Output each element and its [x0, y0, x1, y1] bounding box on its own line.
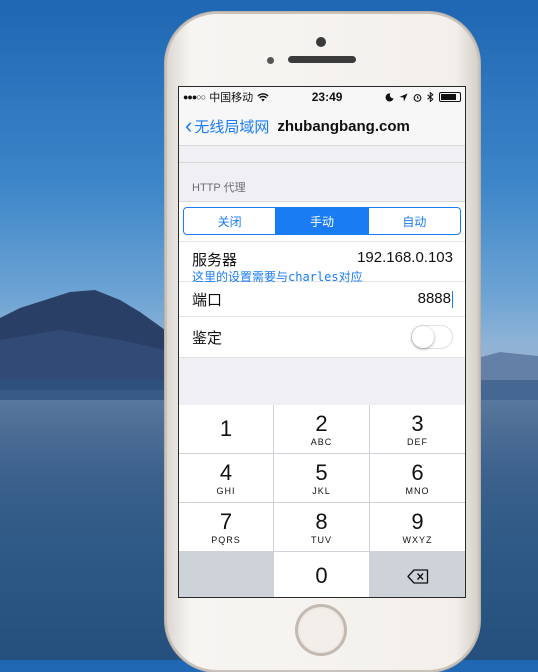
authentication-row: 鉴定	[179, 317, 465, 358]
bluetooth-icon	[427, 92, 434, 102]
key-digit: 3	[411, 410, 424, 436]
segment-manual[interactable]: 手动	[276, 208, 369, 234]
numeric-keypad: 1 2 ABC 3 DEF 4 GHI 5 JKL 6 MNO 7 PQRS 8 TUV 9W…	[179, 405, 465, 597]
chevron-left-icon: ‹	[185, 113, 193, 138]
wifi-icon	[257, 92, 269, 101]
key-letters: GHI	[216, 485, 236, 496]
segment-auto[interactable]: 自动	[369, 208, 460, 234]
key-5[interactable]: 5 JKL	[274, 454, 369, 502]
server-field[interactable]: 192.168.0.103	[357, 249, 453, 266]
segmented-control: 关闭 手动 自动	[183, 207, 461, 235]
proxy-mode-control: 关闭 手动 自动	[179, 202, 465, 242]
key-digit: 4	[219, 459, 233, 485]
key-letters: PQRS	[211, 534, 241, 545]
key-letters: TUV	[311, 534, 332, 545]
toggle-knob	[412, 326, 434, 348]
port-value-wrap: 8888	[418, 290, 453, 308]
server-row[interactable]: 服务器 192.168.0.103 这里的设置需要与charles对应	[179, 242, 465, 284]
section-spacer	[179, 146, 465, 163]
battery-icon	[438, 92, 461, 102]
navigation-bar: ‹ 无线局域网 zhubangbang.com	[179, 107, 465, 146]
key-letters: DEF	[407, 436, 428, 447]
http-proxy-header: HTTP 代理	[179, 163, 465, 201]
key-letters: WXYZ	[402, 534, 433, 545]
phone-screen: ●●●○○ 中国移动 23:49 ‹ 无线局域网 zhubangbang.com…	[178, 86, 466, 598]
key-1[interactable]: 1	[179, 405, 273, 453]
home-button[interactable]	[295, 604, 347, 656]
key-digit: 8	[315, 508, 328, 534]
carrier-name: 中国移动	[209, 92, 254, 104]
key-6[interactable]: 6 MNO	[370, 454, 465, 502]
key-0[interactable]: 0	[274, 552, 369, 597]
key-3[interactable]: 3 DEF	[370, 405, 465, 453]
http-proxy-group: 关闭 手动 自动 服务器 192.168.0.103 这里的设置需要与charl…	[179, 201, 465, 358]
key-8[interactable]: 8 TUV	[274, 503, 369, 551]
key-digit: 0	[315, 563, 328, 588]
back-label: 无线局域网	[194, 118, 270, 136]
key-digit: 9	[411, 508, 424, 534]
key-digit: 1	[219, 415, 233, 441]
port-field[interactable]: 8888	[418, 290, 451, 307]
network-name-title: zhubangbang.com	[277, 117, 410, 135]
port-row[interactable]: 端口 8888	[179, 282, 465, 317]
key-4[interactable]: 4 GHI	[179, 454, 273, 502]
delete-key[interactable]	[370, 552, 465, 597]
front-camera	[316, 37, 326, 47]
moon-icon	[385, 92, 394, 101]
section-spacer-bottom	[179, 358, 465, 390]
backspace-icon	[406, 568, 428, 584]
authentication-label: 鉴定	[192, 329, 223, 347]
signal-strength: ●●●○○	[183, 92, 206, 102]
location-icon	[399, 92, 408, 102]
key-letters: JKL	[312, 485, 331, 496]
authentication-toggle[interactable]	[411, 325, 453, 349]
clock: 23:49	[311, 90, 343, 104]
key-letters: MNO	[405, 485, 430, 496]
key-digit: 2	[315, 410, 328, 436]
key-digit: 7	[219, 508, 233, 534]
segment-off[interactable]: 关闭	[184, 208, 277, 234]
key-9[interactable]: 9 WXYZ	[370, 503, 465, 551]
key-blank	[179, 552, 273, 597]
key-digit: 5	[315, 459, 328, 485]
port-label: 端口	[192, 291, 223, 309]
key-letters: ABC	[310, 436, 333, 447]
key-7[interactable]: 7 PQRS	[179, 503, 273, 551]
back-button[interactable]: ‹ 无线局域网	[179, 115, 269, 137]
status-bar: ●●●○○ 中国移动 23:49	[179, 87, 465, 107]
alarm-icon	[413, 93, 422, 102]
proximity-sensor	[267, 57, 274, 64]
key-2[interactable]: 2 ABC	[274, 405, 369, 453]
earpiece-speaker	[288, 56, 356, 63]
key-digit: 6	[411, 459, 424, 485]
text-cursor	[452, 290, 453, 308]
server-label: 服务器	[192, 252, 238, 269]
